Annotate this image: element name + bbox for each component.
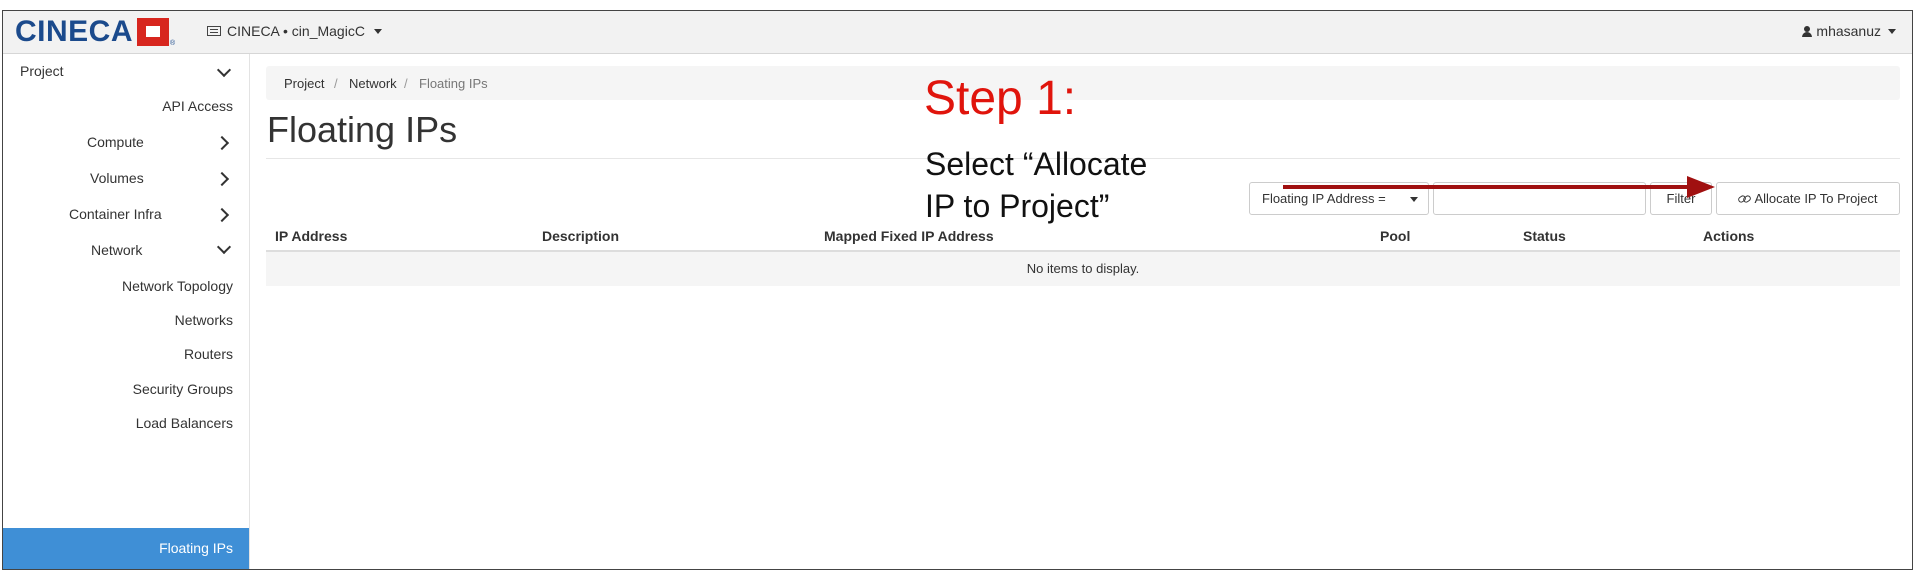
logo-text: CINECA <box>15 15 134 48</box>
sidebar-item-label: Project <box>20 63 64 79</box>
project-switcher[interactable]: CINECA • cin_MagicC <box>207 23 382 39</box>
sidebar-item-load-balancers[interactable]: Load Balancers <box>136 415 233 431</box>
breadcrumb-item-project[interactable]: Project <box>284 76 324 91</box>
allocate-ip-button[interactable]: Allocate IP To Project <box>1716 182 1900 215</box>
sidebar-item-label: Routers <box>183 346 233 362</box>
breadcrumb-item-current: Floating IPs <box>419 76 488 91</box>
annotation-instruction: Select “Allocate IP to Project” <box>925 143 1225 227</box>
page-title: Floating IPs <box>267 109 458 150</box>
sidebar-item-floating-ips[interactable]: Floating IPs <box>3 528 249 569</box>
user-icon <box>1802 25 1813 37</box>
chevron-right-icon <box>214 135 230 151</box>
user-menu[interactable]: mhasanuz <box>1802 23 1896 39</box>
column-header-description[interactable]: Description <box>542 228 619 244</box>
sidebar-item-project[interactable]: Project <box>20 63 64 79</box>
column-header-pool[interactable]: Pool <box>1380 228 1410 244</box>
sidebar-item-label: Network <box>91 242 143 258</box>
sidebar-item-label: API Access <box>162 98 233 114</box>
top-navbar: CINECA ® CINECA • cin_MagicC mhasanuz <box>3 11 1912 54</box>
cineca-logo[interactable]: CINECA ® <box>15 15 176 48</box>
sidebar-item-compute[interactable]: Compute <box>87 134 144 150</box>
breadcrumb-item-network[interactable]: Network <box>349 76 397 91</box>
sidebar-item-volumes[interactable]: Volumes <box>90 170 144 186</box>
sidebar-item-container-infra[interactable]: Container Infra <box>69 206 162 222</box>
app-window: CINECA ® CINECA • cin_MagicC mhasanuz Pr… <box>2 10 1913 570</box>
caret-down-icon <box>373 28 382 34</box>
chevron-right-icon <box>214 171 230 187</box>
logo-mark-icon <box>137 18 170 46</box>
column-header-ip-address[interactable]: IP Address <box>275 228 347 244</box>
sidebar: Project API Access Compute Volumes Conta… <box>3 54 250 569</box>
project-list-icon <box>207 26 221 36</box>
user-menu-label: mhasanuz <box>1816 23 1881 39</box>
chevron-down-icon <box>216 239 232 255</box>
sidebar-item-api-access[interactable]: API Access <box>162 98 233 114</box>
sidebar-item-label: Floating IPs <box>159 540 233 556</box>
sidebar-item-label: Load Balancers <box>135 415 233 431</box>
breadcrumb: Project / Network / Floating IPs <box>266 66 1900 100</box>
sidebar-item-security-groups[interactable]: Security Groups <box>133 381 233 397</box>
sidebar-item-network-topology[interactable]: Network Topology <box>122 278 233 294</box>
sidebar-item-label: Volumes <box>90 170 144 186</box>
breadcrumb-separator: / <box>334 76 338 91</box>
chevron-right-icon <box>214 207 230 223</box>
column-header-actions: Actions <box>1703 228 1755 244</box>
column-header-mapped-fixed-ip[interactable]: Mapped Fixed IP Address <box>824 228 994 244</box>
link-icon <box>1738 194 1750 204</box>
annotation-line-1: Select “Allocate <box>925 146 1148 182</box>
sidebar-item-label: Container Infra <box>69 206 162 222</box>
annotation-step-title: Step 1: <box>924 72 1077 125</box>
breadcrumb-separator: / <box>404 76 408 91</box>
chevron-down-icon <box>216 62 232 78</box>
sidebar-item-label: Network Topology <box>121 278 233 294</box>
project-switcher-label: CINECA • cin_MagicC <box>227 23 365 39</box>
logo-trademark: ® <box>170 40 176 47</box>
sidebar-item-networks[interactable]: Networks <box>175 312 233 328</box>
column-header-status[interactable]: Status <box>1523 228 1566 244</box>
sidebar-item-network[interactable]: Network <box>91 242 142 258</box>
sidebar-item-label: Compute <box>87 134 144 150</box>
allocate-ip-label: Allocate IP To Project <box>1754 191 1878 206</box>
table-empty-row: No items to display. <box>266 252 1900 286</box>
annotation-arrow-icon <box>1283 176 1715 198</box>
caret-down-icon <box>1888 28 1896 34</box>
annotation-line-2: IP to Project” <box>925 188 1110 224</box>
sidebar-item-label: Networks <box>174 312 233 328</box>
sidebar-item-routers[interactable]: Routers <box>184 346 233 362</box>
sidebar-item-label: Security Groups <box>132 381 233 397</box>
